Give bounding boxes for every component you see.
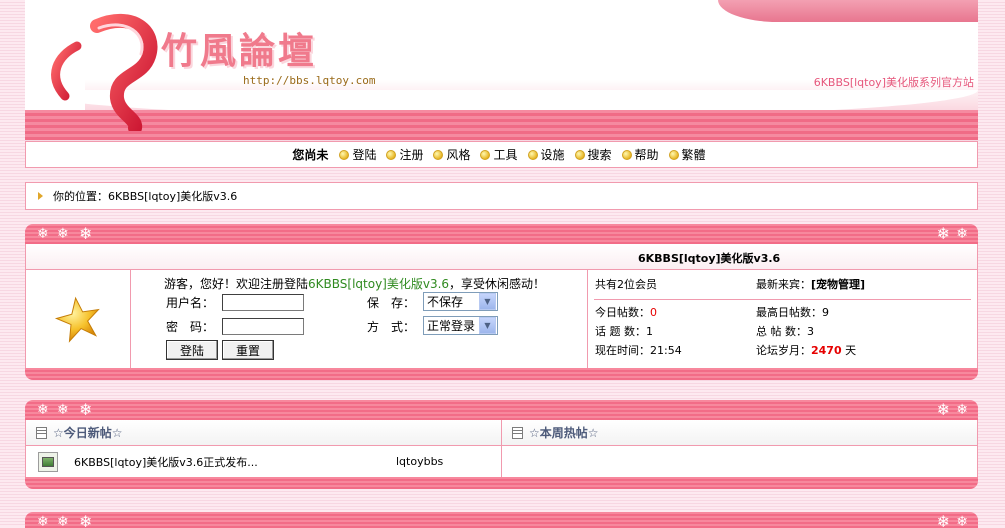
arrow-right-icon (38, 192, 43, 200)
save-select[interactable]: 不保存 ▼ (423, 292, 498, 311)
snowflake-icon: ❄ (956, 226, 968, 242)
nav-guest-label: 您尚未 (292, 148, 329, 162)
snowflake-icon: ❄ (79, 512, 93, 528)
header-top-band (718, 0, 978, 22)
post-author-link[interactable]: lqtoybbs (396, 455, 443, 468)
snowflake-icon: ❄ (936, 400, 950, 419)
bullet-icon (433, 149, 444, 160)
newest-member: 最新来宾：[宠物管理] (756, 278, 866, 291)
panel-footer-bar (25, 368, 978, 380)
bullet-icon (527, 149, 538, 160)
panel-footer-bar (25, 477, 978, 489)
newest-member-link[interactable]: [宠物管理] (811, 278, 865, 291)
snowflake-icon: ❄ (936, 512, 950, 528)
post-title-link[interactable]: 6KBBS[lqtoy]美化版v3.6正式发布... (74, 454, 396, 470)
guest-avatar (26, 270, 131, 368)
document-icon (36, 426, 47, 439)
bullet-icon (668, 149, 679, 160)
forum-stats: 共有2位会员 最新来宾：[宠物管理] 今日帖数：0 最高日帖数：9 话 题 数：… (588, 270, 977, 368)
login-button[interactable]: 登陆 (166, 340, 218, 360)
nav-item-traditional[interactable]: 繁體 (668, 146, 706, 163)
today-new-posts-header: ☆今日新帖☆ (26, 420, 501, 445)
star-icon (54, 296, 100, 343)
document-icon (512, 426, 523, 439)
nav-item-help[interactable]: 帮助 (621, 146, 659, 163)
snowflake-icon: ❄ (79, 224, 93, 243)
bullet-icon (480, 149, 491, 160)
total-posts: 总 帖 数：3 (756, 325, 814, 338)
snowflake-icon: ❄ (37, 226, 49, 242)
chevron-down-icon: ▼ (479, 293, 496, 310)
snowflake-icon: ❄ (57, 514, 69, 528)
list-item: 6KBBS[lqtoy]美化版v3.6正式发布... lqtoybbs (26, 446, 501, 477)
username-input[interactable] (222, 294, 304, 311)
snowflake-icon: ❄ (37, 514, 49, 528)
welcome-text: 游客，您好！欢迎注册登陆6KBBS[lqtoy]美化版v3.6，享受休闲感动！ (164, 277, 546, 291)
site-header: 竹風論壇 http://bbs.lqtoy.com 6KBBS[lqtoy]美化… (25, 0, 978, 140)
week-hot-posts-header: ☆本周热帖☆ (501, 420, 977, 445)
members-count: 共有2位会员 (595, 278, 657, 291)
header-bottom-band (25, 110, 978, 140)
forum-title-row: 6KBBS[lqtoy]美化版v3.6 (26, 244, 977, 270)
chevron-down-icon: ▼ (479, 317, 496, 334)
nav-item-login[interactable]: 登陆 (339, 146, 376, 163)
today-posts: 今日帖数：0 (595, 306, 657, 319)
site-url: http://bbs.lqtoy.com (243, 74, 376, 87)
week-hot-posts-list (501, 446, 977, 477)
main-nav: 您尚未 登陆 注册 风格 工具 设施 搜索 帮助 繁體 (25, 141, 978, 168)
password-label: 密 码： (166, 320, 215, 334)
snowflake-icon: ❄ (936, 224, 950, 243)
snowflake-icon: ❄ (956, 514, 968, 528)
bullet-icon (386, 149, 397, 160)
username-label: 用户名： (166, 296, 215, 310)
header-tagline[interactable]: 6KBBS[lqtoy]美化版系列官方站 (814, 74, 974, 90)
logo-swirl-icon[interactable] (37, 6, 167, 131)
nav-item-settings[interactable]: 设施 (527, 146, 565, 163)
panel-header-bar: ❄ ❄ ❄ ❄ ❄ (25, 400, 978, 420)
nav-item-search[interactable]: 搜索 (574, 146, 612, 163)
snowflake-icon: ❄ (57, 402, 69, 418)
save-label: 保 存： (367, 296, 416, 310)
nav-item-register[interactable]: 注册 (386, 146, 423, 163)
forum-age: 论坛岁月：2470 天 (756, 344, 857, 357)
snowflake-icon: ❄ (57, 226, 69, 242)
nav-item-style[interactable]: 风格 (433, 146, 470, 163)
bullet-icon (339, 149, 350, 160)
bullet-icon (621, 149, 632, 160)
forum-title: 6KBBS[lqtoy]美化版v3.6 (638, 252, 781, 265)
mode-select[interactable]: 正常登录 ▼ (423, 316, 498, 335)
max-daily-posts: 最高日帖数：9 (756, 306, 829, 319)
breadcrumb-text[interactable]: 你的位置：6KBBS[lqtoy]美化版v3.6 (53, 188, 237, 204)
nav-item-tools[interactable]: 工具 (480, 146, 518, 163)
snowflake-icon: ❄ (37, 402, 49, 418)
topics-count: 话 题 数：1 (595, 325, 653, 338)
next-panel-header-bar: ❄ ❄ ❄ ❄ ❄ (25, 512, 978, 528)
reset-button[interactable]: 重置 (222, 340, 274, 360)
breadcrumb: 你的位置：6KBBS[lqtoy]美化版v3.6 (25, 182, 978, 210)
snowflake-icon: ❄ (79, 400, 93, 419)
current-time: 现在时间：21:54 (595, 344, 682, 357)
login-form: 游客，您好！欢迎注册登陆6KBBS[lqtoy]美化版v3.6，享受休闲感动！ … (131, 270, 588, 368)
logo-text: 竹風論壇 (161, 30, 318, 72)
divider (594, 299, 971, 300)
new-posts-panel: ❄ ❄ ❄ ❄ ❄ ☆今日新帖☆ ☆本周热帖☆ 6KBBS[lqtoy]美化版v… (25, 400, 978, 489)
forum-info-panel: ❄ ❄ ❄ ❄ ❄ 6KBBS[lqtoy]美化版v3.6 游客，您好！欢迎注册… (25, 224, 978, 380)
password-input[interactable] (222, 318, 304, 335)
image-icon (38, 451, 58, 472)
mode-label: 方 式： (367, 320, 416, 334)
snowflake-icon: ❄ (956, 402, 968, 418)
bullet-icon (574, 149, 585, 160)
welcome-site-name: 6KBBS[lqtoy]美化版v3.6 (308, 277, 450, 291)
panel-header-bar: ❄ ❄ ❄ ❄ ❄ (25, 224, 978, 244)
